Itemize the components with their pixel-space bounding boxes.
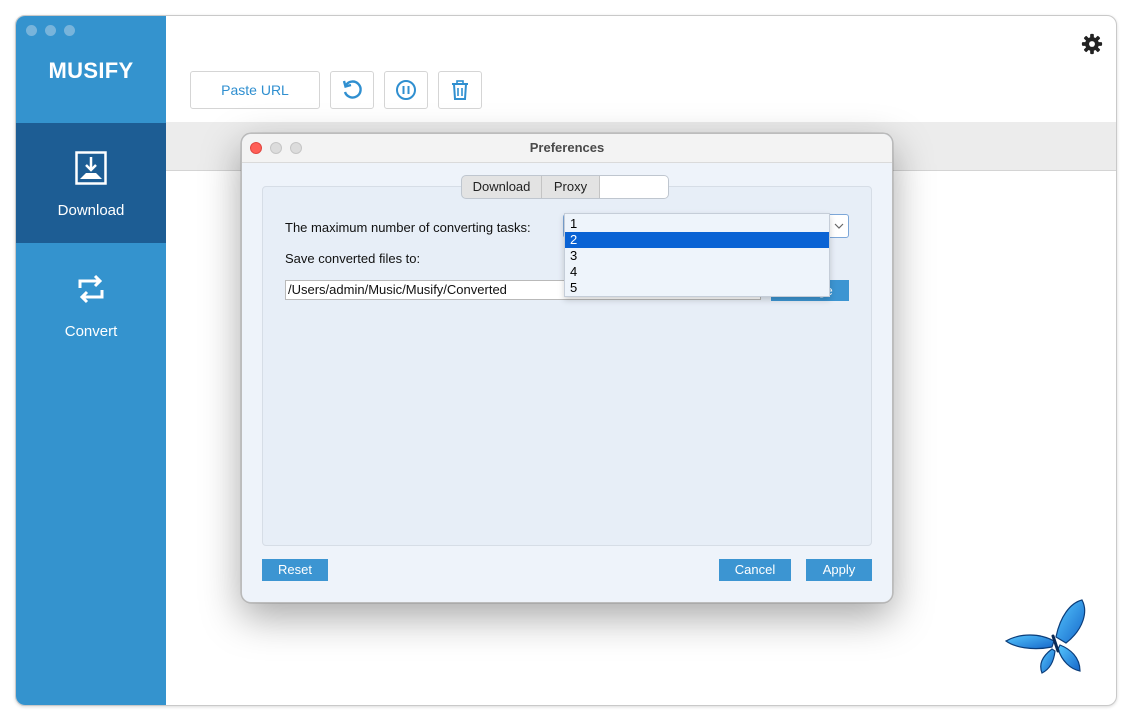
delete-button[interactable] [438, 71, 482, 109]
refresh-button[interactable] [330, 71, 374, 109]
dropdown-option-4[interactable]: 4 [565, 264, 829, 280]
tab-proxy[interactable]: Proxy [542, 176, 600, 198]
window-controls [26, 25, 75, 36]
convert-icon [78, 274, 104, 304]
chevron-down-icon [834, 223, 844, 229]
dropdown-option-1[interactable]: 1 [565, 216, 829, 232]
sidebar-item-label: Convert [64, 323, 118, 340]
close-dot-icon[interactable] [26, 25, 37, 36]
pause-button[interactable] [384, 71, 428, 109]
app-logo: MUSIFY [48, 58, 134, 83]
dropdown-option-5[interactable]: 5 [565, 280, 829, 296]
sidebar-item-download[interactable]: Download [16, 123, 166, 243]
paste-url-button[interactable]: Paste URL [190, 71, 320, 109]
tab-blank[interactable] [600, 176, 668, 198]
sidebar: MUSIFY Download Convert [16, 16, 166, 705]
download-icon [75, 151, 107, 185]
tab-download[interactable]: Download [462, 176, 542, 198]
settings-gear-icon[interactable] [1081, 33, 1103, 55]
max-tasks-dropdown: 1 2 3 4 5 [564, 213, 830, 297]
dialog-titlebar: Preferences [242, 134, 892, 163]
trash-icon [452, 80, 468, 100]
maximize-dot-icon[interactable] [64, 25, 75, 36]
cancel-button[interactable]: Cancel [719, 559, 791, 581]
pause-icon [396, 80, 416, 100]
dropdown-option-3[interactable]: 3 [565, 248, 829, 264]
preferences-dialog: Preferences Download Proxy The maximum n… [241, 133, 893, 603]
max-tasks-label: The maximum number of converting tasks: [285, 220, 531, 235]
save-path-label: Save converted files to: [285, 251, 421, 266]
preferences-tabs: Download Proxy [461, 175, 669, 199]
minimize-dot-icon[interactable] [45, 25, 56, 36]
dialog-title: Preferences [529, 140, 605, 155]
select-arrow[interactable] [829, 215, 848, 237]
butterfly-logo-icon [1004, 599, 1086, 674]
refresh-icon [342, 80, 362, 99]
sidebar-item-convert[interactable]: Convert [16, 244, 166, 364]
apply-button[interactable]: Apply [806, 559, 872, 581]
sidebar-item-label: Download [57, 202, 125, 219]
reset-button[interactable]: Reset [262, 559, 328, 581]
dropdown-option-2[interactable]: 2 [565, 232, 829, 248]
